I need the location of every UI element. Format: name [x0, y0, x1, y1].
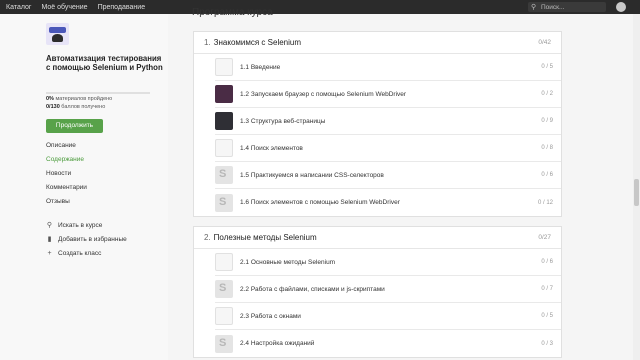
lesson-thumbnail	[215, 85, 233, 103]
nav-teaching[interactable]: Преподавание	[98, 4, 146, 11]
lesson-row[interactable]: 1.6 Поиск элементов с помощью Selenium W…	[215, 189, 561, 216]
materials-stat: 0% материалов пройдено	[46, 96, 112, 102]
module-header[interactable]: 2. Полезные методы Selenium 0/27	[194, 227, 561, 249]
sidebar-link-reviews[interactable]: Отзывы	[46, 198, 70, 205]
lesson-progress: 0 / 5	[541, 64, 553, 70]
lesson-thumbnail	[215, 166, 233, 184]
sidebar-link-news[interactable]: Новости	[46, 170, 71, 177]
lesson-thumbnail	[215, 253, 233, 271]
lesson-thumbnail	[215, 112, 233, 130]
lesson-progress: 0 / 8	[541, 145, 553, 151]
scrollbar-thumb[interactable]	[634, 179, 639, 206]
lesson-row[interactable]: 2.3 Работа с окнами 0 / 5	[215, 303, 561, 330]
lesson-title: 1.4 Поиск элементов	[240, 144, 303, 152]
lesson-row[interactable]: 2.1 Основные методы Selenium 0 / 6	[215, 249, 561, 276]
lesson-title: 1.3 Структура веб-страницы	[240, 117, 326, 125]
module-header[interactable]: 1. Знакомимся с Selenium 0/42	[194, 32, 561, 54]
lesson-thumbnail	[215, 58, 233, 76]
page-title: Программа курса	[192, 7, 273, 18]
search-icon: ⚲	[531, 3, 537, 11]
course-cover-image	[46, 23, 69, 45]
course-title[interactable]: Автоматизация тестирования с помощью Sel…	[46, 54, 164, 72]
lesson-thumbnail	[215, 334, 233, 353]
points-label: баллов получено	[59, 104, 106, 110]
lesson-row[interactable]: 1.4 Поиск элементов 0 / 8	[215, 135, 561, 162]
lesson-progress: 0 / 6	[541, 259, 553, 265]
module-title: Знакомимся с Selenium	[213, 38, 302, 47]
top-navigation-bar: Каталог Моё обучение Преподавание ⚲	[0, 0, 640, 14]
points-value: 0/130	[46, 104, 60, 110]
page-scrollbar[interactable]	[633, 14, 640, 360]
module-title: Полезные методы Selenium	[213, 233, 317, 242]
add-to-favorites-label: Добавить в избранные	[58, 236, 127, 243]
lesson-progress: 0 / 3	[541, 340, 553, 347]
bookmark-icon: ▮	[47, 236, 52, 243]
lesson-title: 2.4 Настройка ожиданий	[240, 340, 315, 347]
lesson-progress: 0 / 7	[541, 286, 553, 292]
points-stat: 0/130 баллов получено	[46, 104, 105, 110]
materials-percent: 0%	[46, 96, 54, 102]
top-nav: Каталог Моё обучение Преподавание	[0, 4, 145, 11]
module-2: 2. Полезные методы Selenium 0/27 2.1 Осно…	[193, 226, 562, 358]
lesson-row[interactable]: 2.4 Настройка ожиданий 0 / 3	[215, 330, 561, 357]
lesson-progress: 0 / 2	[541, 91, 553, 97]
add-to-favorites-action[interactable]: ▮ Добавить в избранные	[46, 236, 127, 243]
lesson-thumbnail	[215, 307, 233, 325]
lesson-title: 2.1 Основные методы Selenium	[240, 258, 336, 266]
sidebar-link-comments[interactable]: Комментарии	[46, 184, 87, 191]
avatar[interactable]	[616, 2, 626, 12]
module-number: 2.	[204, 233, 211, 242]
lesson-progress: 0 / 6	[541, 172, 553, 178]
search-input[interactable]	[541, 3, 601, 11]
lesson-thumbnail	[215, 139, 233, 157]
lesson-row[interactable]: 1.3 Структура веб-страницы 0 / 9	[215, 108, 561, 135]
nav-my-learning[interactable]: Моё обучение	[41, 4, 87, 11]
lesson-row[interactable]: 1.1 Введение 0 / 5	[215, 54, 561, 81]
module-number: 1.	[204, 38, 211, 47]
lesson-progress: 0 / 12	[537, 199, 553, 206]
continue-button[interactable]: Продолжить	[46, 119, 103, 133]
course-sidebar: Автоматизация тестирования с помощью Sel…	[0, 14, 168, 360]
plus-icon: +	[47, 250, 52, 257]
module-progress: 0/27	[538, 234, 551, 241]
create-class-label: Создать класс	[58, 250, 102, 257]
lesson-progress: 0 / 5	[541, 313, 553, 319]
course-progress-bar	[46, 92, 150, 94]
materials-label: материалов пройдено	[53, 96, 113, 102]
lesson-row[interactable]: 2.2 Работа с файлами, списками и js-скри…	[215, 276, 561, 303]
lesson-thumbnail	[215, 280, 233, 298]
lesson-progress: 0 / 9	[541, 118, 553, 124]
sidebar-link-description[interactable]: Описание	[46, 142, 76, 149]
search-in-course-label: Искать в курсе	[58, 222, 103, 229]
search-in-course-action[interactable]: ⚲ Искать в курсе	[46, 222, 102, 229]
create-class-action[interactable]: + Создать класс	[46, 250, 101, 257]
lesson-title: 1.6 Поиск элементов с помощью Selenium W…	[240, 199, 400, 206]
module-progress: 0/42	[538, 39, 551, 46]
search-icon: ⚲	[46, 222, 53, 229]
nav-catalog[interactable]: Каталог	[6, 4, 31, 11]
lesson-title: 2.3 Работа с окнами	[240, 312, 301, 320]
sidebar-link-contents[interactable]: Содержание	[46, 156, 84, 163]
lesson-thumbnail	[215, 193, 233, 212]
lesson-title: 1.2 Запускаем браузер с помощью Selenium…	[240, 90, 407, 98]
lesson-row[interactable]: 1.2 Запускаем браузер с помощью Selenium…	[215, 81, 561, 108]
module-1: 1. Знакомимся с Selenium 0/42 1.1 Введени…	[193, 31, 562, 217]
course-program: Программа курса 1. Знакомимся с Selenium …	[168, 7, 640, 360]
search-box[interactable]: ⚲	[528, 2, 606, 12]
lesson-title: 1.5 Практикуемся в написании CSS-селекто…	[240, 171, 384, 179]
lesson-title: 2.2 Работа с файлами, списками и js-скри…	[240, 285, 385, 293]
lesson-title: 1.1 Введение	[240, 63, 281, 71]
lesson-row[interactable]: 1.5 Практикуемся в написании CSS-селекто…	[215, 162, 561, 189]
